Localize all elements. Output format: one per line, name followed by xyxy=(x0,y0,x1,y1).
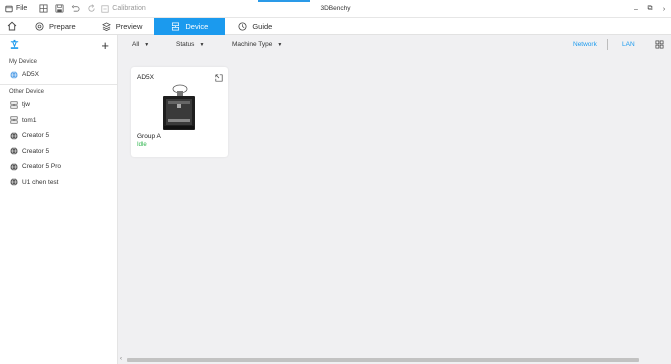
sidebar-item-label: tom1 xyxy=(22,116,37,124)
scrollbar-thumb[interactable] xyxy=(127,358,639,362)
sidebar-item-ad5x[interactable]: AD5X xyxy=(0,68,117,81)
tab-preview[interactable]: Preview xyxy=(93,18,152,35)
add-device-button[interactable]: + xyxy=(101,39,109,52)
globe-dark-icon xyxy=(9,162,18,171)
chevron-down-icon: ▼ xyxy=(199,41,205,48)
sidebar-item-tom1[interactable]: tom1 xyxy=(0,114,117,127)
sidebar-item-creator-5-pro[interactable]: Creator 5 Pro xyxy=(0,160,117,173)
restore-button[interactable]: ⧉ xyxy=(643,0,657,18)
home-button[interactable] xyxy=(5,18,19,35)
home-icon xyxy=(7,21,17,31)
title-accent-line xyxy=(258,0,310,2)
file-menu-label: File xyxy=(16,5,28,12)
tab-guide-label: Guide xyxy=(252,21,273,31)
printer-logo-icon xyxy=(9,39,20,52)
new-project-button[interactable] xyxy=(35,0,51,18)
sidebar-item-tjw[interactable]: tjw xyxy=(0,98,117,111)
printer-image xyxy=(159,82,199,132)
grid-view-button[interactable] xyxy=(655,40,664,49)
lan-toggle[interactable]: LAN xyxy=(622,41,635,48)
tab-preview-label: Preview xyxy=(115,21,143,31)
sidebar-item-label: U1 chen test xyxy=(22,178,59,186)
title-bar: File Calibration 3DBenchy – ⧉ › xyxy=(0,0,671,18)
globe-dark-icon xyxy=(9,147,18,156)
tab-prepare[interactable]: Prepare xyxy=(26,18,85,35)
save-icon xyxy=(55,4,64,13)
tab-device[interactable]: Device xyxy=(154,17,226,35)
undo-button[interactable] xyxy=(67,0,83,18)
other-device-heading: Other Device xyxy=(9,89,45,95)
tab-guide[interactable]: Guide xyxy=(229,18,281,35)
grid-view-icon xyxy=(655,40,664,49)
sidebar-item-label: tjw xyxy=(22,101,30,108)
filter-all-label: All xyxy=(132,41,140,48)
undo-icon xyxy=(71,5,80,12)
calibration-label: Calibration xyxy=(112,5,146,12)
filter-status-dropdown[interactable]: Status ▼ xyxy=(176,41,204,48)
sidebar-divider xyxy=(0,84,117,85)
status-badge: Idle xyxy=(137,142,147,148)
main-nav: Prepare Preview Device Guide xyxy=(0,17,671,35)
filter-machine-type-dropdown[interactable]: Machine Type ▼ xyxy=(232,41,282,48)
file-menu[interactable]: File xyxy=(5,0,27,18)
window-controls: – ⧉ › xyxy=(629,0,671,18)
my-device-heading: My Device xyxy=(9,59,38,65)
redo-button[interactable] xyxy=(83,0,99,18)
chevron-down-icon: ▼ xyxy=(144,41,150,48)
tab-device-label: Device xyxy=(185,21,209,31)
file-icon xyxy=(5,5,13,12)
globe-dark-icon xyxy=(9,178,18,187)
device-card-group: Group A xyxy=(137,133,161,140)
lan-icon xyxy=(9,100,18,109)
grid-new-icon xyxy=(39,4,48,13)
chevron-down-icon: ▼ xyxy=(277,41,283,48)
scroll-left-icon[interactable]: ‹ xyxy=(120,356,122,362)
sidebar-item-label: Creator 5 xyxy=(22,147,50,155)
save-button[interactable] xyxy=(51,0,67,18)
close-button[interactable]: › xyxy=(657,0,671,18)
device-main-panel: All ▼ Status ▼ Machine Type ▼ Network LA… xyxy=(118,35,671,364)
calibration-menu[interactable]: Calibration xyxy=(101,0,146,18)
device-sidebar: + My Device AD5X Other Device tjw tom1 C… xyxy=(0,35,118,364)
sidebar-item-label: AD5X xyxy=(22,71,39,78)
filter-all-dropdown[interactable]: All ▼ xyxy=(132,41,149,48)
device-card-name: AD5X xyxy=(137,74,154,81)
device-icon xyxy=(172,22,180,30)
preview-icon xyxy=(101,21,111,31)
sidebar-item-creator-5[interactable]: Creator 5 xyxy=(0,129,117,142)
redo-icon xyxy=(88,4,95,12)
calibration-icon xyxy=(101,4,109,13)
globe-icon xyxy=(9,70,18,79)
filter-status-label: Status xyxy=(176,41,195,48)
minimize-button[interactable]: – xyxy=(629,0,643,18)
network-toggle[interactable]: Network xyxy=(573,41,597,48)
sidebar-header: + xyxy=(0,35,117,55)
sidebar-item-u1-chen-test[interactable]: U1 chen test xyxy=(0,176,117,189)
sidebar-item-creator-5[interactable]: Creator 5 xyxy=(0,145,117,158)
external-open-icon xyxy=(215,74,223,82)
filter-bar: All ▼ Status ▼ Machine Type ▼ Network LA… xyxy=(118,35,671,55)
horizontal-scrollbar[interactable]: ‹ xyxy=(119,355,671,364)
printer-illustration-icon xyxy=(163,84,195,130)
device-card[interactable]: AD5X Group A Idle xyxy=(131,67,228,157)
tab-prepare-label: Prepare xyxy=(49,21,76,31)
globe-dark-icon xyxy=(9,131,18,140)
open-device-button[interactable] xyxy=(215,74,223,82)
filter-machine-type-label: Machine Type xyxy=(232,41,273,48)
sidebar-item-label: Creator 5 Pro xyxy=(22,163,62,170)
prepare-icon xyxy=(35,21,44,31)
lan-icon xyxy=(9,116,18,125)
sidebar-item-label: Creator 5 xyxy=(22,132,50,139)
guide-icon xyxy=(238,21,247,31)
toggle-divider xyxy=(607,39,608,50)
